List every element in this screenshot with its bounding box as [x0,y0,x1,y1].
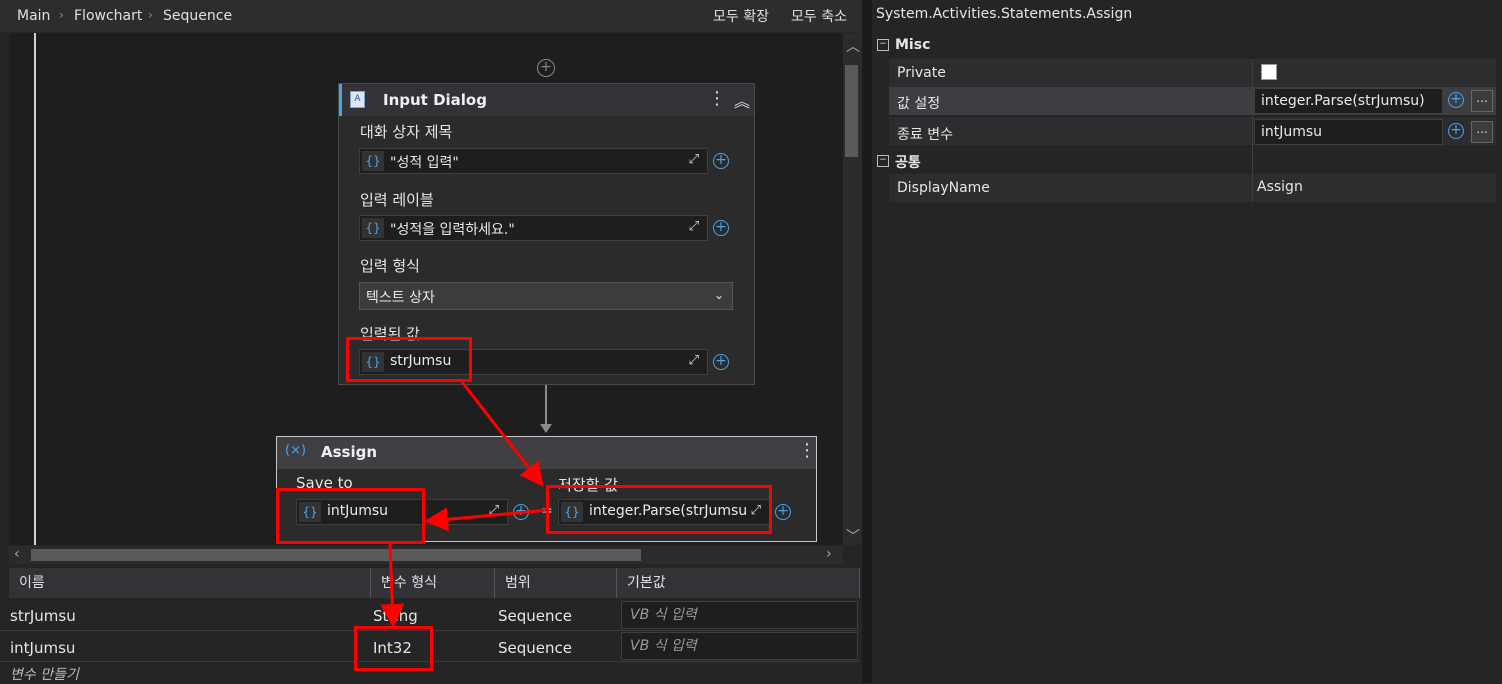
displayname-value[interactable]: Assign [1257,179,1303,195]
browse-button[interactable]: ... [1471,121,1493,143]
annotation-arrows [380,381,549,628]
annotation-arrow [380,543,405,628]
collapse-category-icon[interactable]: − [877,155,889,167]
annotation-arrow [424,507,549,532]
private-checkbox[interactable] [1261,64,1277,80]
property-name: 값 설정 [897,96,941,112]
browse-button[interactable]: ... [1471,90,1493,112]
column-divider [1252,59,1253,202]
category-common[interactable]: 공통 [895,152,921,172]
annotation-arrow [460,381,544,487]
property-row-private[interactable] [889,59,1496,87]
property-name: DisplayName [897,180,990,196]
panel-splitter[interactable] [862,0,872,683]
category-misc[interactable]: Misc [895,37,930,53]
properties-title: System.Activities.Statements.Assign [876,6,1133,22]
property-value-input[interactable]: integer.Parse(strJumsu) [1254,88,1443,114]
property-name: Private [897,65,946,81]
collapse-category-icon[interactable]: − [877,39,889,51]
property-name: 종료 변수 [897,127,953,143]
plus-icon[interactable]: + [1448,92,1464,108]
property-to-input[interactable]: intJumsu [1254,119,1443,145]
plus-icon[interactable]: + [1448,123,1464,139]
